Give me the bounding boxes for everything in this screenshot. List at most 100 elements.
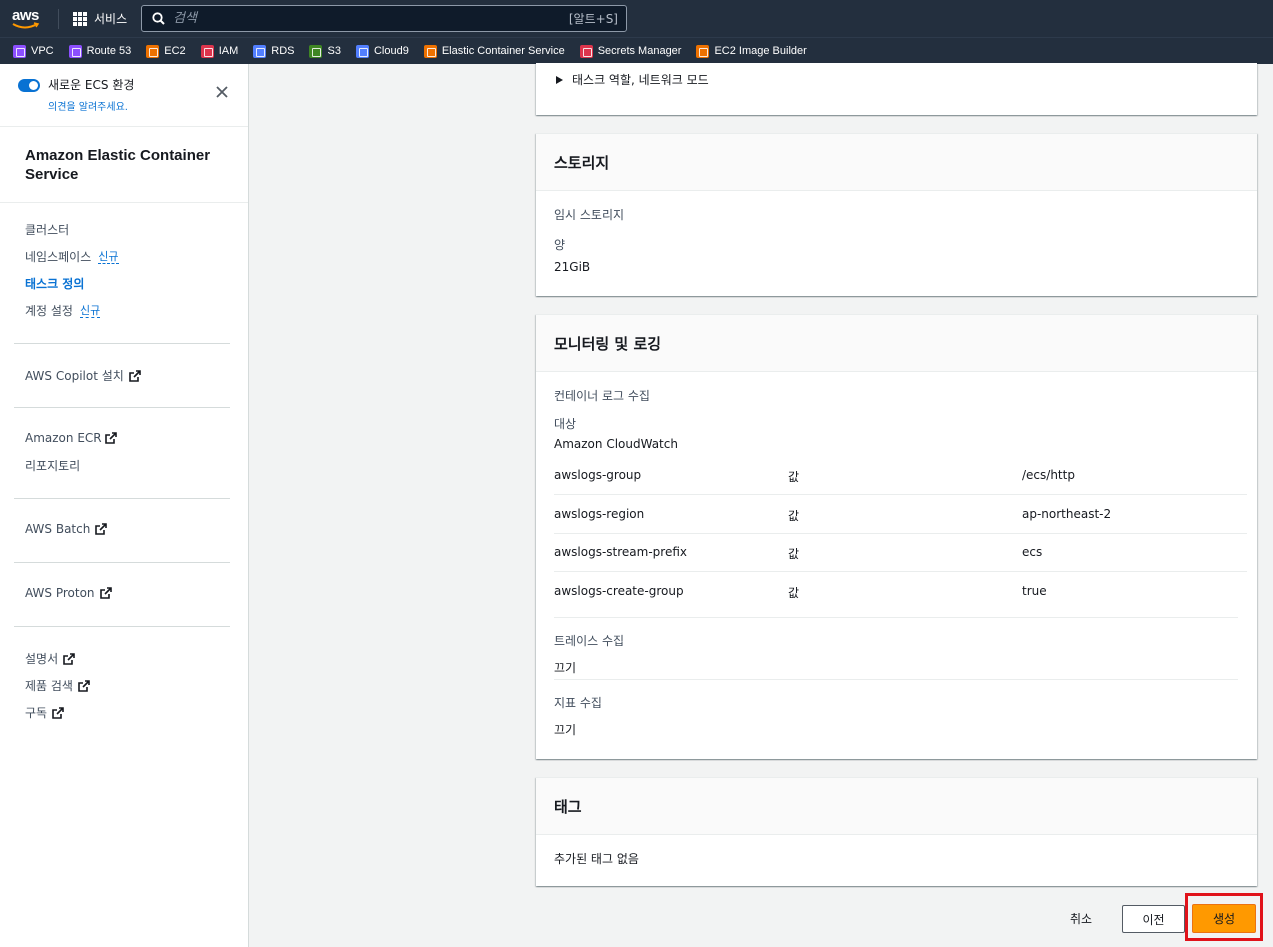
ephemeral-storage-label: 임시 스토리지 <box>554 208 625 222</box>
option-value: true <box>1022 584 1047 598</box>
favorite-label: Secrets Manager <box>597 45 682 57</box>
divider <box>554 617 1238 618</box>
nav-ecr[interactable]: Amazon ECR <box>25 431 117 445</box>
divider <box>14 343 230 344</box>
divider <box>0 126 248 127</box>
no-tags-text: 추가된 태그 없음 <box>554 852 639 866</box>
feedback-link[interactable]: 의견을 알려주세요. <box>48 98 134 113</box>
nav-divider <box>58 8 59 29</box>
favorite-label: EC2 <box>164 45 186 57</box>
option-value: ap-northeast-2 <box>1022 507 1112 521</box>
target-value: Amazon CloudWatch <box>554 437 678 451</box>
log-collection-label: 컨테이너 로그 수집 <box>554 389 650 403</box>
s3-icon <box>309 44 323 58</box>
route53-icon <box>68 44 82 58</box>
cloud9-icon <box>355 44 369 58</box>
option-key: awslogs-region <box>554 507 645 521</box>
search-bar[interactable]: [알트+S] <box>141 5 627 32</box>
log-option-row: awslogs-region 값 ap-northeast-2 <box>554 496 1247 534</box>
nav-account-settings[interactable]: 계정 설정 신규 <box>25 302 101 319</box>
metric-collection-value: 끄기 <box>554 723 577 737</box>
favorite-label: Cloud9 <box>373 45 409 57</box>
close-icon[interactable] <box>214 84 230 100</box>
nav-batch[interactable]: AWS Batch <box>25 522 108 536</box>
external-link-icon <box>78 679 90 692</box>
target-label: 대상 <box>554 417 577 431</box>
divider <box>14 562 230 563</box>
nav-documentation[interactable]: 설명서 <box>25 650 75 667</box>
toggle-title: 새로운 ECS 환경 <box>48 78 135 92</box>
storage-heading: 스토리지 <box>536 134 1257 191</box>
favorite-label: EC2 Image Builder <box>714 45 807 57</box>
favorite-iam[interactable]: IAM <box>200 44 239 58</box>
divider <box>0 202 248 203</box>
favorite-ec2-image-builder[interactable]: EC2 Image Builder <box>696 44 807 58</box>
external-link-icon <box>129 369 141 382</box>
nav-label: 구독 <box>25 706 48 720</box>
search-input[interactable] <box>173 11 553 26</box>
favorite-label: Route 53 <box>86 45 132 57</box>
search-shortcut: [알트+S] <box>568 12 618 26</box>
smile-icon <box>12 21 40 28</box>
service-title[interactable]: Amazon Elastic Container Service <box>25 146 225 184</box>
task-role-network-expander[interactable]: 태스크 역할, 네트워크 모드 <box>556 71 709 88</box>
services-menu-button[interactable]: 서비스 <box>73 10 127 27</box>
monitoring-panel: 모니터링 및 로깅 컨테이너 로그 수집 대상 Amazon CloudWatc… <box>536 314 1257 759</box>
divider <box>14 407 230 408</box>
services-label: 서비스 <box>94 12 128 26</box>
nav-copilot[interactable]: AWS Copilot 설치 <box>25 367 141 384</box>
favorite-ec2[interactable]: EC2 <box>146 44 186 58</box>
log-option-row: awslogs-group 값 /ecs/http <box>554 457 1247 495</box>
nav-namespaces[interactable]: 네임스페이스 신규 <box>25 248 119 265</box>
cancel-button[interactable]: 취소 <box>1070 910 1092 927</box>
trace-collection-label: 트레이스 수집 <box>554 634 625 648</box>
external-link-icon <box>95 523 108 535</box>
option-type: 값 <box>788 509 800 523</box>
nav-repositories[interactable]: 리포지토리 <box>25 457 80 474</box>
favorite-s3[interactable]: S3 <box>309 44 341 58</box>
external-link-icon <box>52 706 64 719</box>
favorite-ecs[interactable]: Elastic Container Service <box>423 44 565 58</box>
new-badge: 신규 <box>79 303 101 318</box>
option-key: awslogs-create-group <box>554 584 684 598</box>
option-key: awslogs-group <box>554 468 642 482</box>
metric-collection-label: 지표 수집 <box>554 696 602 710</box>
caret-right-icon <box>556 75 563 84</box>
favorite-vpc[interactable]: VPC <box>13 44 54 58</box>
sidebar: 새로운 ECS 환경 의견을 알려주세요. Amazon Elastic Con… <box>0 64 249 947</box>
option-type: 값 <box>788 547 800 561</box>
favorite-route53[interactable]: Route 53 <box>68 44 132 58</box>
nav-label: Amazon ECR <box>25 431 102 445</box>
rds-icon <box>253 44 267 58</box>
task-settings-panel: 태스크 역할, 네트워크 모드 <box>536 63 1257 115</box>
nav-proton[interactable]: AWS Proton <box>25 586 112 600</box>
favorite-label: IAM <box>218 45 239 57</box>
nav-label: 리포지토리 <box>25 459 81 473</box>
aws-logo[interactable]: aws <box>12 6 44 32</box>
monitoring-heading: 모니터링 및 로깅 <box>536 315 1257 372</box>
external-link-icon <box>99 587 112 599</box>
favorite-cloud9[interactable]: Cloud9 <box>355 44 409 58</box>
favorite-label: S3 <box>327 45 341 57</box>
favorite-rds[interactable]: RDS <box>253 44 294 58</box>
previous-button[interactable]: 이전 <box>1122 905 1185 933</box>
amount-label: 양 <box>554 238 566 252</box>
option-value: /ecs/http <box>1022 468 1075 482</box>
vpc-icon <box>13 44 26 58</box>
grid-icon <box>73 11 87 26</box>
nav-task-definitions[interactable]: 태스크 정의 <box>25 275 84 292</box>
new-experience-toggle[interactable] <box>18 79 40 92</box>
favorite-secrets-manager[interactable]: Secrets Manager <box>579 44 682 58</box>
nav-label: 태스크 정의 <box>25 277 85 291</box>
nav-clusters[interactable]: 클러스터 <box>25 221 69 238</box>
nav-subscribe[interactable]: 구독 <box>25 704 64 721</box>
nav-product-search[interactable]: 제품 검색 <box>25 677 90 694</box>
tags-panel: 태그 추가된 태그 없음 <box>536 777 1257 886</box>
new-experience-toggle-row: 새로운 ECS 환경 의견을 알려주세요. <box>18 76 134 113</box>
ec2-icon <box>146 44 160 58</box>
favorite-label: VPC <box>31 45 54 57</box>
tags-heading: 태그 <box>536 778 1257 835</box>
divider <box>554 679 1238 680</box>
create-button[interactable]: 생성 <box>1192 904 1256 933</box>
nav-label: AWS Proton <box>25 586 95 600</box>
